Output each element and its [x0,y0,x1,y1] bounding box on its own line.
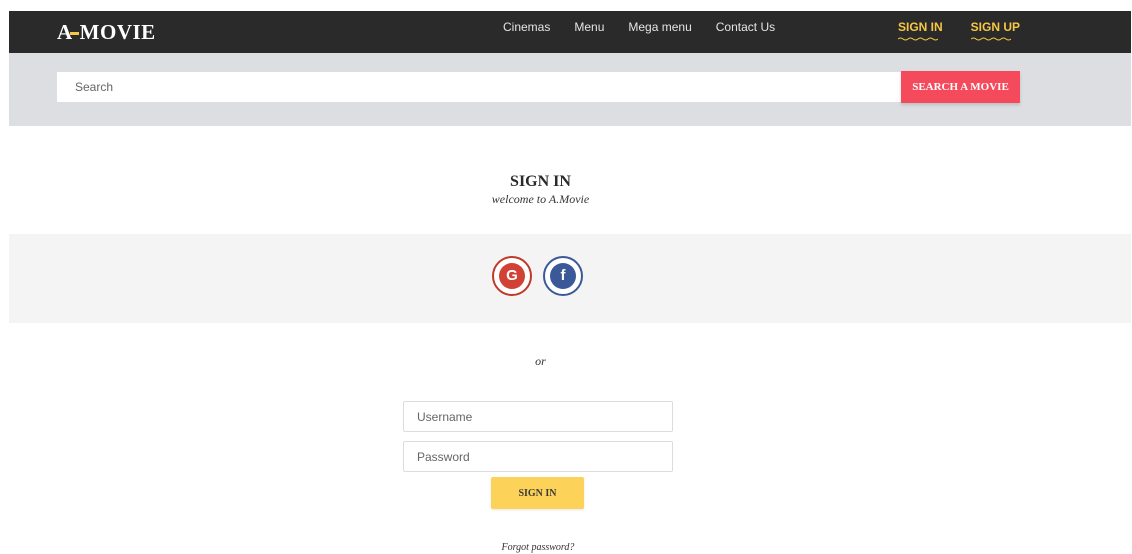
search-band: SEARCH A MOVIE [9,53,1131,126]
forgot-password-link[interactable]: Forgot password? [0,542,1076,553]
sign-in-link-label: SIGN IN [898,20,943,34]
page-title: SIGN IN [510,173,571,190]
facebook-login-button[interactable]: f [543,256,583,296]
auth-links: SIGN IN SIGN UP [898,11,1048,43]
nav-link-contact-us[interactable]: Contact Us [716,20,775,34]
search-input[interactable] [57,72,901,102]
username-input[interactable] [403,401,673,432]
main-nav: Cinemas Menu Mega menu Contact Us [503,11,799,43]
sign-in-submit-button[interactable]: SIGN IN [491,477,584,509]
logo-text: MOVIE [79,20,156,44]
facebook-icon: f [550,263,576,289]
page-subtitle: welcome to A.Movie [491,192,590,206]
logo-dash-icon [69,31,79,35]
wavy-underline-icon [898,37,938,41]
sign-in-heading: SIGN IN welcome to A.Movie [0,172,1081,206]
wavy-underline-icon [970,37,1011,41]
sign-in-link[interactable]: SIGN IN [898,20,943,41]
sign-up-link-label: SIGN UP [970,20,1021,34]
nav-link-menu[interactable]: Menu [574,20,604,34]
password-input[interactable] [403,441,673,472]
social-login-band: G f [9,234,1131,323]
search-movie-button[interactable]: SEARCH A MOVIE [901,71,1020,103]
top-navigation-bar: A MOVIE Cinemas Menu Mega menu Contact Us… [9,11,1131,53]
nav-link-cinemas[interactable]: Cinemas [503,20,550,34]
site-logo[interactable]: A MOVIE [57,19,156,45]
sign-up-link[interactable]: SIGN UP [970,20,1021,41]
google-login-button[interactable]: G [492,256,532,296]
nav-link-mega-menu[interactable]: Mega menu [628,20,691,34]
or-divider: or [535,354,546,368]
google-icon: G [499,263,525,289]
